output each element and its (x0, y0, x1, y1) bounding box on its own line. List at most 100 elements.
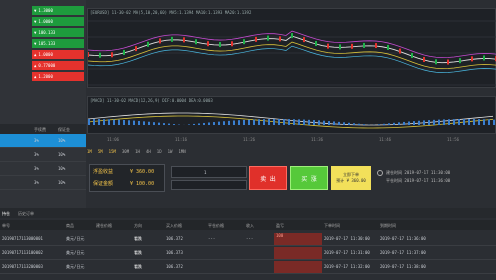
sell-button[interactable]: 卖 出 (249, 166, 287, 190)
macd-bar (398, 122, 400, 125)
bottom-tab[interactable]: 历史订单 (18, 211, 34, 216)
quote-badge[interactable]: ▼ 1.0000 (32, 17, 84, 26)
candle (339, 44, 341, 50)
macd-bar (168, 123, 170, 125)
quote-badge[interactable]: ▲ 1.0000 (32, 50, 84, 59)
confirm-order-button[interactable]: 立即下单 预计 ¥ 360.00 (331, 166, 371, 190)
timeframe-tab[interactable]: 1M (87, 149, 92, 154)
time-axis: 11:06 11:16 11:26 11:36 11:46 11:56 (87, 136, 496, 144)
candle (363, 42, 365, 48)
macd-bar (403, 121, 405, 125)
time-label: 11:56 (447, 137, 460, 142)
table-cell-id: 20190717113000001 (2, 236, 43, 241)
timeframe-tab[interactable]: 1W (168, 149, 173, 154)
chart-line (88, 35, 496, 64)
macd-bar (463, 119, 465, 125)
product-row[interactable]: 3% 10% (0, 176, 86, 190)
product-cell: 3% (34, 152, 39, 157)
info-line2: 平仓时间 2019-07-17 11:36:00 (386, 178, 451, 183)
quote-badge[interactable]: ▼ 105.133 (32, 39, 84, 48)
table-cell-dir: 看跌 (134, 236, 142, 241)
macd-bar (353, 123, 355, 125)
candle (243, 39, 245, 45)
table-header-cell: 商品 (66, 222, 74, 228)
table-cell-id: 20190717113100002 (2, 250, 43, 255)
arrow-up-icon: ▲ (34, 74, 37, 79)
option-row[interactable] (171, 180, 247, 190)
buy-button[interactable]: 买 涨 (290, 166, 328, 190)
macd-bar (343, 122, 345, 125)
product-table-header: 手续费 保证金 (0, 124, 86, 134)
macd-bar (148, 121, 150, 125)
product-cell: 10% (58, 166, 66, 171)
table-cell-expire: 2019-07-17 11:38:00 (380, 264, 426, 269)
table-cell-buy: 106.372 (166, 236, 183, 241)
candle (279, 36, 281, 42)
macd-bar (318, 120, 320, 125)
macd-bar (468, 119, 470, 125)
macd-bar (108, 119, 110, 125)
product-row[interactable]: 3% 10% (0, 134, 86, 148)
timeframe-tab[interactable]: 15M (109, 149, 116, 154)
macd-bar (388, 123, 390, 125)
macd-bar (478, 119, 480, 125)
bottom-tab[interactable]: 持仓 (2, 211, 10, 216)
table-cell-close: --- (208, 236, 216, 241)
indicator-chart[interactable]: [MACD] 11-30-02 MACD(12,26,9) DIF:0.0004… (87, 96, 496, 134)
info-line1: 建仓时间 2019-07-17 11:30:00 (386, 170, 451, 175)
timeframe-tab[interactable]: 30M (122, 149, 129, 154)
quote-badge[interactable]: ▲ 1.2000 (32, 72, 84, 81)
bottom-tabs: 持仓 历史订单 (0, 208, 496, 218)
timeframe-tab[interactable]: 5M (98, 149, 103, 154)
quote-badge[interactable]: ▼ 1.3000 (32, 6, 84, 15)
table-cell-dir: 看跌 (134, 264, 142, 269)
candle (255, 36, 257, 42)
header-fee: 手续费 (34, 126, 46, 132)
product-row[interactable]: 3% 10% (0, 162, 86, 176)
quote-value: 1.0000 (38, 52, 53, 57)
quote-value: 1.0000 (38, 19, 53, 24)
table-row[interactable]: 20190717113000001 美元/日元 看跌 106.372 --- --- 100… (0, 232, 496, 246)
macd-bar (288, 119, 290, 125)
candle (483, 55, 485, 61)
quote-value: 105.133 (38, 41, 56, 46)
table-cell-pnl (274, 260, 322, 273)
timeframe-tab[interactable]: 1MN (178, 149, 185, 154)
quote-badge[interactable]: ▼ 100.133 (32, 28, 84, 37)
price-chart[interactable]: [EURUSD] 11-30-02 MA(5,10,20,60) MA5:1.1… (87, 8, 496, 88)
product-row[interactable]: 3% 10% (0, 148, 86, 162)
macd-bar (263, 119, 265, 125)
macd-bar (293, 119, 295, 125)
product-cell: 3% (34, 166, 39, 171)
product-cell: 3% (34, 180, 39, 185)
table-row[interactable]: 20190717113200003 美元/日元 看跌 106.372 2019-07-1… (0, 260, 496, 274)
table-cell-product: 美元/日元 (66, 250, 85, 255)
candle (99, 52, 101, 58)
table-cell-product: 美元/日元 (66, 236, 85, 241)
time-label: 11:06 (107, 137, 120, 142)
qty-stepper[interactable]: 1 (171, 166, 247, 178)
table-header-cell: 单号 (2, 222, 10, 228)
table-header-cell: 盈亏 (276, 222, 284, 228)
macd-bar (458, 119, 460, 125)
product-cell: 3% (34, 138, 39, 143)
macd-bar (488, 119, 490, 125)
macd-bar (133, 120, 135, 125)
time-label: 11:46 (379, 137, 392, 142)
timeframe-tab[interactable]: 1H (135, 149, 140, 154)
quote-value: 100.133 (38, 30, 56, 35)
macd-bar (448, 119, 450, 125)
candle (315, 40, 317, 46)
macd-bar (123, 119, 125, 125)
timeframe-tab[interactable]: 1D (157, 149, 162, 154)
candle (435, 59, 437, 65)
candle (123, 49, 125, 55)
table-cell-income: --- (246, 236, 254, 241)
macd-bar (143, 121, 145, 125)
candle (111, 52, 113, 58)
timeframe-tab[interactable]: 4H (146, 149, 151, 154)
candle (423, 56, 425, 62)
quote-badge[interactable]: ▲ 0.77000 (32, 61, 84, 70)
table-row[interactable]: 20190717113100002 美元/日元 看跌 106.373 2019-07-1… (0, 246, 496, 260)
arrow-down-icon: ▼ (34, 19, 37, 24)
